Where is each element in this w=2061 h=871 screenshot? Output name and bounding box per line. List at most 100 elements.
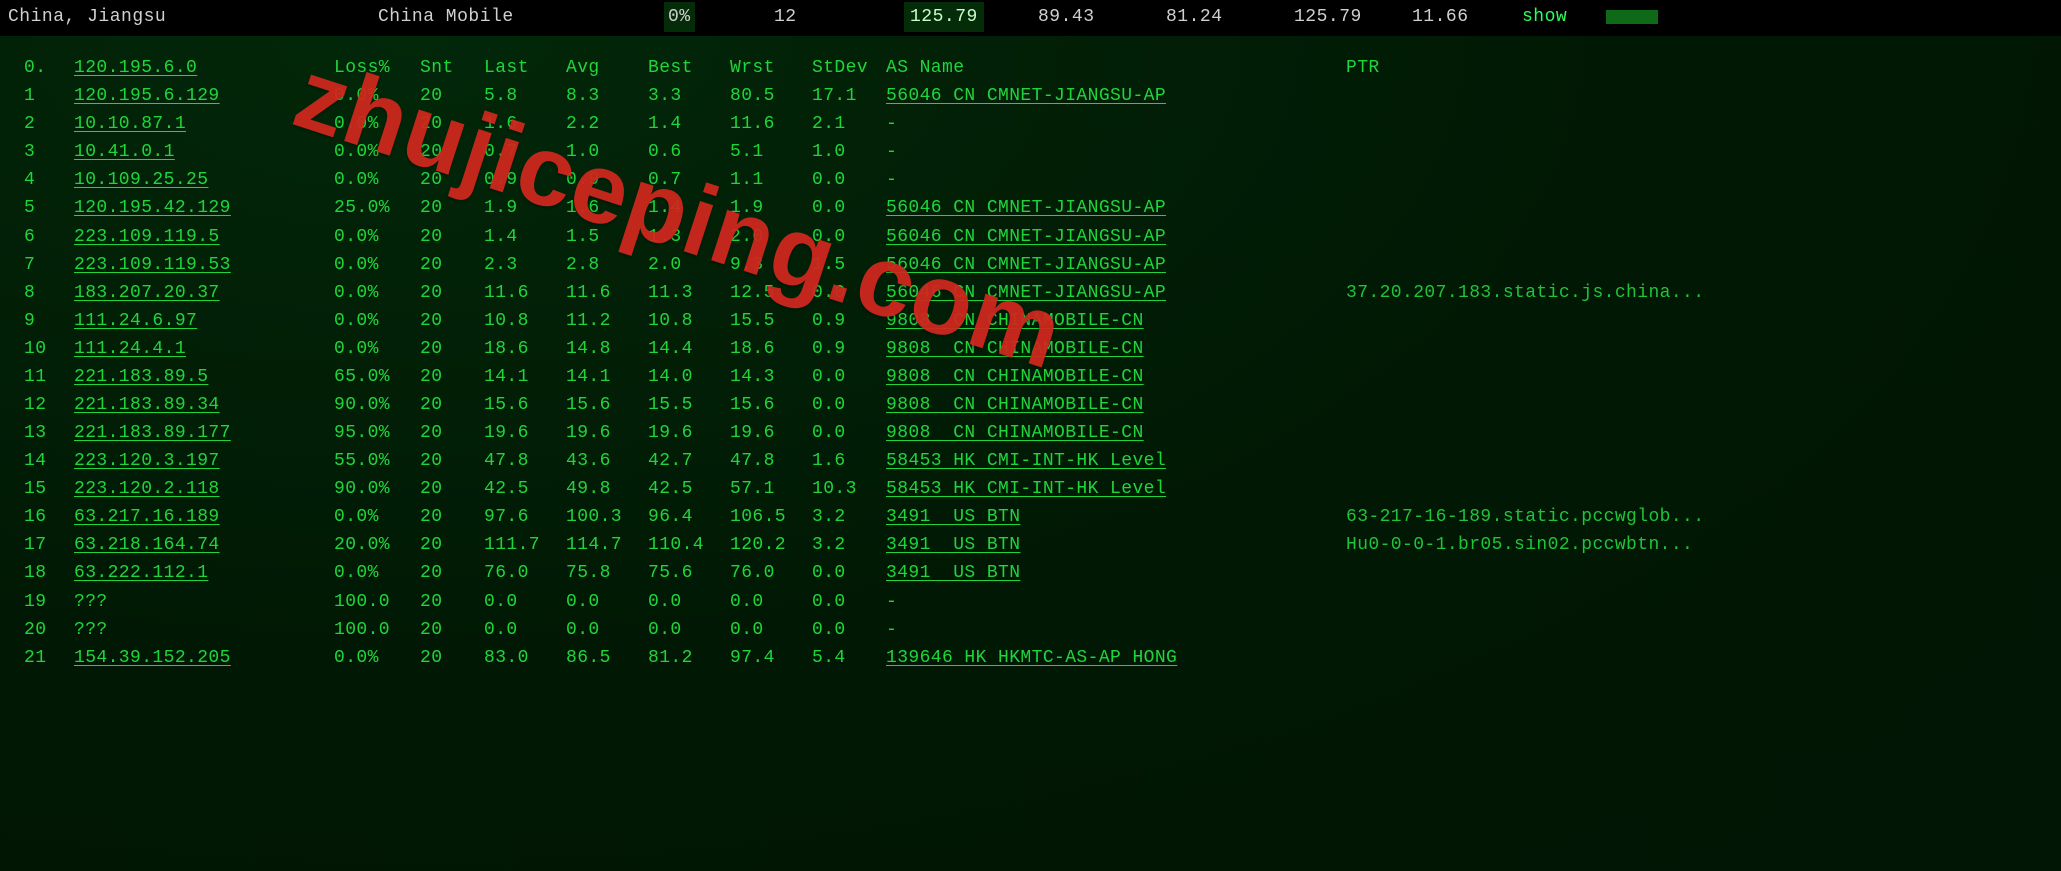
hop-loss: 0.0% bbox=[334, 82, 420, 110]
hop-snt: 20 bbox=[420, 559, 484, 587]
hop-ip[interactable]: 63.222.112.1 bbox=[74, 559, 334, 587]
hop-ip[interactable]: 120.195.42.129 bbox=[74, 194, 334, 222]
hop-asname[interactable]: 139646 HK HKMTC-AS-AP HONG bbox=[886, 644, 1346, 672]
table-rows: 1120.195.6.1290.0%205.88.33.380.517.1560… bbox=[10, 82, 2051, 672]
hop-snt: 20 bbox=[420, 531, 484, 559]
hop-best: 0.7 bbox=[648, 166, 730, 194]
hop-stdev: 1.5 bbox=[812, 251, 886, 279]
hop-ip[interactable]: 63.217.16.189 bbox=[74, 503, 334, 531]
hop-asname[interactable]: 56046 CN CMNET-JIANGSU-AP bbox=[886, 223, 1346, 251]
hop-loss: 0.0% bbox=[334, 503, 420, 531]
table-row: 5120.195.42.12925.0%201.91.61.41.90.0560… bbox=[10, 194, 2051, 222]
hop-number: 18 bbox=[24, 559, 74, 587]
hop-number: 13 bbox=[24, 419, 74, 447]
hop-loss: 25.0% bbox=[334, 194, 420, 222]
table-row: 1863.222.112.10.0%2076.075.875.676.00.03… bbox=[10, 559, 2051, 587]
hop-ip[interactable]: 10.109.25.25 bbox=[74, 166, 334, 194]
table-row: 310.41.0.10.0%200.71.00.65.11.0- bbox=[10, 138, 2051, 166]
table-row: 19???100.0200.00.00.00.00.0- bbox=[10, 588, 2051, 616]
table-row: 14223.120.3.19755.0%2047.843.642.747.81.… bbox=[10, 447, 2051, 475]
header-ptr: PTR bbox=[1346, 54, 2051, 82]
hop-ip[interactable]: 223.120.2.118 bbox=[74, 475, 334, 503]
hop-stdev: 3.2 bbox=[812, 531, 886, 559]
table-row: 1120.195.6.1290.0%205.88.33.380.517.1560… bbox=[10, 82, 2051, 110]
hop-ip[interactable]: ??? bbox=[74, 616, 334, 644]
summary-hops: 12 bbox=[774, 3, 904, 31]
hop-last: 19.6 bbox=[484, 419, 566, 447]
table-row: 10111.24.4.10.0%2018.614.814.418.60.9980… bbox=[10, 335, 2051, 363]
hop-asname[interactable]: 9808 CN CHINAMOBILE-CN bbox=[886, 419, 1346, 447]
hop-asname[interactable]: 9808 CN CHINAMOBILE-CN bbox=[886, 363, 1346, 391]
hop-ip[interactable]: ??? bbox=[74, 588, 334, 616]
hop-asname[interactable]: 56046 CN CMNET-JIANGSU-AP bbox=[886, 82, 1346, 110]
hop-asname[interactable]: 3491 US BTN bbox=[886, 559, 1346, 587]
hop-ip[interactable]: 63.218.164.74 bbox=[74, 531, 334, 559]
hop-snt: 20 bbox=[420, 588, 484, 616]
hop-snt: 20 bbox=[420, 138, 484, 166]
hop-ip[interactable]: 223.109.119.5 bbox=[74, 223, 334, 251]
hop-last: 1.4 bbox=[484, 223, 566, 251]
hop-last: 83.0 bbox=[484, 644, 566, 672]
hop-asname[interactable]: 9808 CN CHINAMOBILE-CN bbox=[886, 335, 1346, 363]
hop-wrst: 9.3 bbox=[730, 251, 812, 279]
hop-snt: 20 bbox=[420, 279, 484, 307]
hop-ip[interactable]: 183.207.20.37 bbox=[74, 279, 334, 307]
hop-avg: 43.6 bbox=[566, 447, 648, 475]
hop-loss: 55.0% bbox=[334, 447, 420, 475]
header-avg: Avg bbox=[566, 54, 648, 82]
hop-asname[interactable]: 3491 US BTN bbox=[886, 531, 1346, 559]
hop-ip[interactable]: 111.24.4.1 bbox=[74, 335, 334, 363]
hop-best: 11.3 bbox=[648, 279, 730, 307]
hop-ip[interactable]: 120.195.6.129 bbox=[74, 82, 334, 110]
hop-ip[interactable]: 221.183.89.5 bbox=[74, 363, 334, 391]
hop-avg: 2.8 bbox=[566, 251, 648, 279]
hop-number: 11 bbox=[24, 363, 74, 391]
hop-last: 5.8 bbox=[484, 82, 566, 110]
hop-ip[interactable]: 154.39.152.205 bbox=[74, 644, 334, 672]
table-row: 210.10.87.10.0%201.62.21.411.62.1- bbox=[10, 110, 2051, 138]
hop-number: 3 bbox=[24, 138, 74, 166]
hop-wrst: 15.5 bbox=[730, 307, 812, 335]
hop-asname[interactable]: 3491 US BTN bbox=[886, 503, 1346, 531]
hop-ip[interactable]: 10.10.87.1 bbox=[74, 110, 334, 138]
hop-ip[interactable]: 223.109.119.53 bbox=[74, 251, 334, 279]
hop-last: 97.6 bbox=[484, 503, 566, 531]
hop-ptr: Hu0-0-0-1.br05.sin02.pccwbtn... bbox=[1346, 531, 2051, 559]
hop-avg: 0.0 bbox=[566, 588, 648, 616]
hop-asname[interactable]: 9808 CN CHINAMOBILE-CN bbox=[886, 307, 1346, 335]
hop-avg: 14.8 bbox=[566, 335, 648, 363]
hop-asname[interactable]: 58453 HK CMI-INT-HK Level bbox=[886, 447, 1346, 475]
hop-wrst: 47.8 bbox=[730, 447, 812, 475]
hop-asname[interactable]: 56046 CN CMNET-JIANGSU-AP bbox=[886, 194, 1346, 222]
hop-snt: 20 bbox=[420, 363, 484, 391]
hop-avg: 11.2 bbox=[566, 307, 648, 335]
hop-ip[interactable]: 221.183.89.177 bbox=[74, 419, 334, 447]
hop-asname[interactable]: 58453 HK CMI-INT-HK Level bbox=[886, 475, 1346, 503]
summary-wrst: 125.79 bbox=[1294, 3, 1412, 31]
hop-asname: - bbox=[886, 110, 1346, 138]
hop-best: 1.4 bbox=[648, 194, 730, 222]
hop-number: 10 bbox=[24, 335, 74, 363]
hop-asname[interactable]: 56046 CN CMNET-JIANGSU-AP bbox=[886, 251, 1346, 279]
hop-number: 7 bbox=[24, 251, 74, 279]
hop-last: 0.9 bbox=[484, 166, 566, 194]
hop-snt: 20 bbox=[420, 447, 484, 475]
hop-ip[interactable]: 221.183.89.34 bbox=[74, 391, 334, 419]
hop-asname[interactable]: 9808 CN CHINAMOBILE-CN bbox=[886, 391, 1346, 419]
hop-last: 76.0 bbox=[484, 559, 566, 587]
hop-number: 16 bbox=[24, 503, 74, 531]
hop-ip[interactable]: 111.24.6.97 bbox=[74, 307, 334, 335]
table-row: 1663.217.16.1890.0%2097.6100.396.4106.53… bbox=[10, 503, 2051, 531]
hop-loss: 90.0% bbox=[334, 475, 420, 503]
hop-wrst: 5.1 bbox=[730, 138, 812, 166]
hop-snt: 20 bbox=[420, 616, 484, 644]
hop-ip[interactable]: 10.41.0.1 bbox=[74, 138, 334, 166]
hop-number: 1 bbox=[24, 82, 74, 110]
hop-loss: 100.0 bbox=[334, 616, 420, 644]
show-link[interactable]: show bbox=[1522, 3, 1592, 31]
header-ip[interactable]: 120.195.6.0 bbox=[74, 54, 334, 82]
hop-avg: 15.6 bbox=[566, 391, 648, 419]
hop-asname[interactable]: 56046 CN CMNET-JIANGSU-AP bbox=[886, 279, 1346, 307]
hop-ip[interactable]: 223.120.3.197 bbox=[74, 447, 334, 475]
hop-stdev: 0.0 bbox=[812, 194, 886, 222]
